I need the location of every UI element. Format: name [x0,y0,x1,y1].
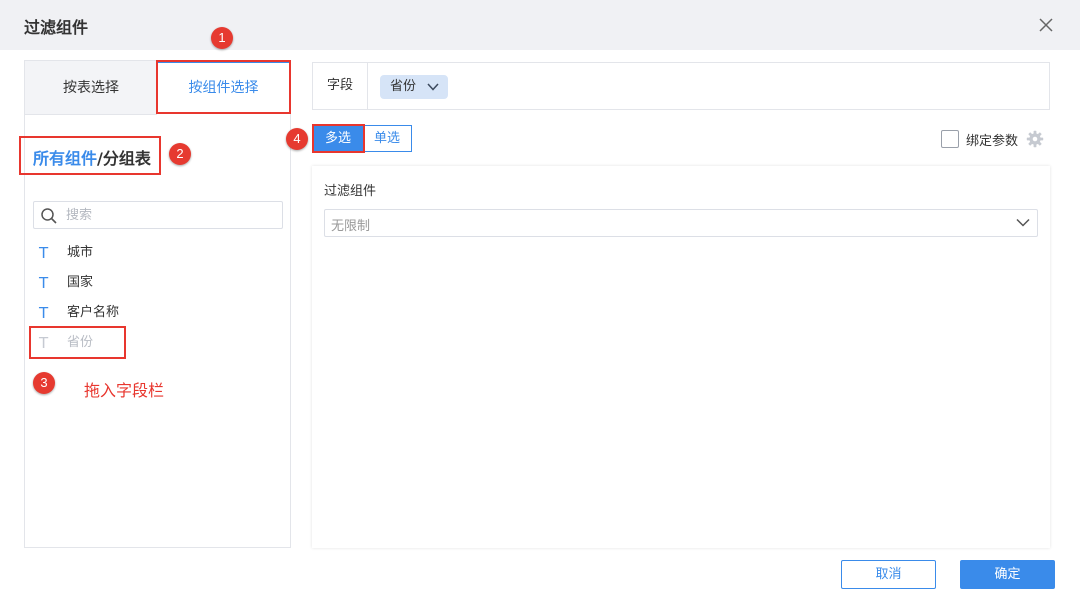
left-panel: 按表选择 按组件选择 所有组件/分组表 T 城市 T 国家 T 客 [24,60,291,548]
field-chip-label: 省份 [390,79,417,94]
step-badge-3: 3 [33,372,55,394]
close-icon[interactable] [1036,15,1056,35]
step-badge-2: 2 [169,143,191,165]
field-bar-label: 字段 [313,63,368,109]
filter-component-dialog: 过滤组件 按表选择 按组件选择 所有组件/分组表 T 城市 T [0,0,1080,602]
search-input[interactable] [66,205,276,225]
field-item-country[interactable]: T 国家 [25,268,290,298]
bind-parameter-label: 绑定参数 [966,133,1019,149]
bind-parameter-checkbox[interactable] [941,130,959,148]
text-type-icon: T [39,304,49,322]
step-badge-4: 4 [286,128,308,150]
dialog-title-bar: 过滤组件 [0,0,1080,50]
drag-instruction-note: 拖入字段栏 [84,381,165,400]
search-icon [41,208,57,224]
highlight-box-breadcrumb [19,136,161,175]
preview-label: 过滤组件 [324,184,377,199]
field-chip-province[interactable]: 省份 [380,75,449,99]
field-item-customer-name[interactable]: T 客户名称 [25,298,290,328]
field-item-label: 客户名称 [67,305,120,320]
text-type-icon: T [39,274,49,292]
tab-select-by-table[interactable]: 按表选择 [25,61,157,115]
search-box [33,201,283,229]
highlight-box-multi-select [312,124,365,153]
confirm-button[interactable]: 确定 [960,560,1055,589]
field-item-label: 城市 [67,245,94,260]
step-badge-1: 1 [211,27,233,49]
single-select-button[interactable]: 单选 [363,125,413,152]
filter-select-value: 无限制 [331,219,371,234]
filter-select[interactable]: 无限制 [324,209,1038,237]
filter-preview-panel: 过滤组件 无限制 [312,166,1050,548]
highlight-box-province-field [29,326,126,359]
field-item-city[interactable]: T 城市 [25,238,290,268]
text-type-icon: T [39,244,49,262]
dialog-title: 过滤组件 [24,18,89,37]
gear-icon[interactable] [1026,130,1044,148]
field-drop-bar[interactable]: 字段 省份 [312,62,1050,110]
chevron-down-icon [1016,218,1030,227]
bind-parameter: 绑定参数 [941,129,1044,149]
cancel-button[interactable]: 取消 [841,560,936,589]
field-item-label: 国家 [67,275,94,290]
highlight-box-component-tab [156,60,291,114]
chevron-down-icon [427,83,439,91]
